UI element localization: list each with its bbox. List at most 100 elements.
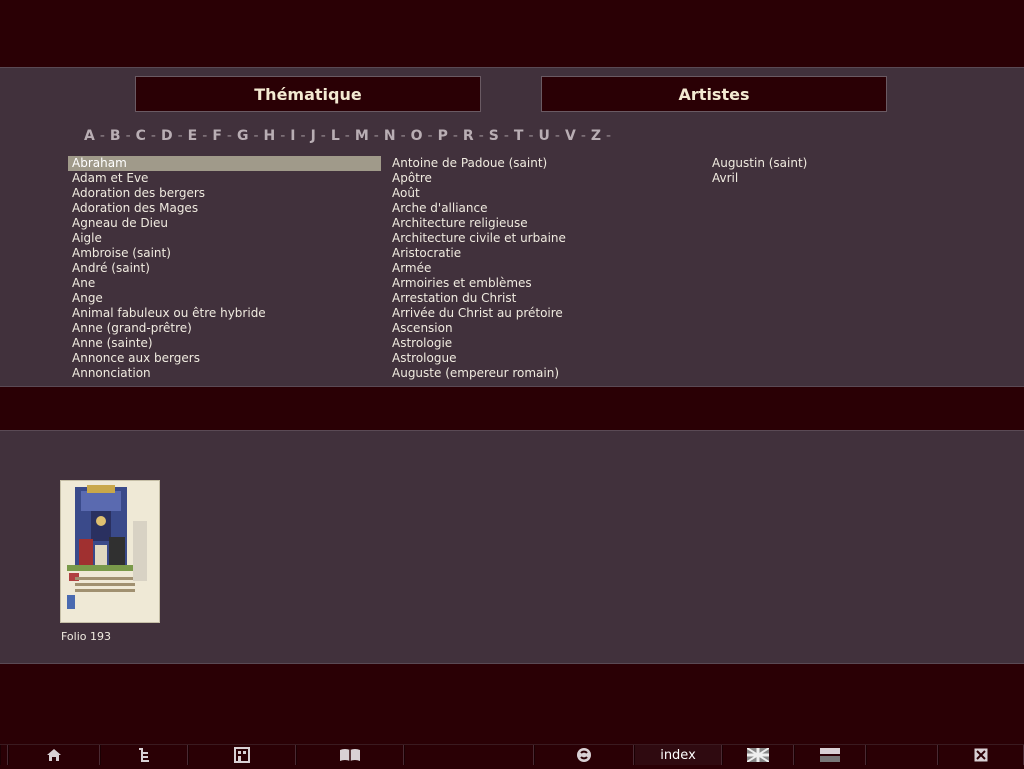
alpha-letter-f[interactable]: F (212, 128, 222, 146)
toolbar-spacer-2 (866, 745, 938, 765)
manuscript-miniature-image (61, 481, 159, 622)
alpha-separator: - (528, 128, 534, 144)
home-icon (47, 749, 61, 761)
folio-thumbnail[interactable] (60, 480, 160, 623)
index-item[interactable]: Aigle (68, 231, 381, 246)
toolbar-left-edge (0, 745, 8, 765)
index-item[interactable]: Anne (grand-prêtre) (68, 321, 381, 336)
alpha-letter-b[interactable]: B (110, 128, 121, 146)
alpha-separator: - (427, 128, 433, 144)
alpha-letter-s[interactable]: S (489, 128, 499, 146)
index-item[interactable]: Agneau de Dieu (68, 216, 381, 231)
index-item[interactable]: Arrivée du Christ au prétoire (388, 306, 688, 321)
index-item[interactable]: Architecture civile et urbaine (388, 231, 688, 246)
alpha-letter-h[interactable]: H (264, 128, 276, 146)
alpha-separator: - (503, 128, 509, 144)
home-button[interactable] (8, 745, 100, 765)
book-button[interactable] (296, 745, 404, 765)
close-icon (974, 748, 988, 762)
index-item[interactable]: Août (388, 186, 688, 201)
alpha-letter-g[interactable]: G (237, 128, 249, 146)
building-icon (234, 747, 250, 763)
index-item[interactable]: Avril (708, 171, 908, 186)
stripes-icon (820, 748, 840, 762)
index-item[interactable]: Armée (388, 261, 688, 276)
alpha-separator: - (344, 128, 350, 144)
alpha-letter-o[interactable]: O (411, 128, 423, 146)
index-item[interactable]: Adam et Eve (68, 171, 381, 186)
index-item[interactable]: Astrologue (388, 351, 688, 366)
alpha-letter-r[interactable]: R (463, 128, 474, 146)
index-item[interactable]: Abraham (68, 156, 381, 171)
alpha-separator: - (150, 128, 156, 144)
alpha-separator: - (125, 128, 131, 144)
index-item[interactable]: Augustin (saint) (708, 156, 908, 171)
tab-thematique[interactable]: Thématique (135, 76, 481, 112)
index-item[interactable]: Architecture religieuse (388, 216, 688, 231)
index-item[interactable]: André (saint) (68, 261, 381, 276)
index-item[interactable]: Armoiries et emblèmes (388, 276, 688, 291)
alpha-letter-a[interactable]: A (84, 128, 95, 146)
index-item[interactable]: Auguste (empereur romain) (388, 366, 688, 381)
index-button[interactable]: index (634, 745, 722, 765)
index-item[interactable]: Ascension (388, 321, 688, 336)
alpha-separator: - (452, 128, 458, 144)
alpha-separator: - (554, 128, 560, 144)
index-column-1: Abraham Adam et Eve Adoration des bergers A… (68, 156, 381, 381)
close-button[interactable] (938, 745, 1024, 765)
index-item[interactable]: Astrologie (388, 336, 688, 351)
index-item[interactable]: Arche d'alliance (388, 201, 688, 216)
index-item[interactable]: Ane (68, 276, 381, 291)
index-item[interactable]: Annonciation (68, 366, 381, 381)
alphabet-bar: A-B-C-D-E-F-G-H-I-J-L-M-N-O-P-R-S-T-U-V-… (84, 128, 616, 146)
alpha-letter-m[interactable]: M (355, 128, 369, 146)
alpha-letter-c[interactable]: C (136, 128, 146, 146)
alpha-letter-d[interactable]: D (161, 128, 173, 146)
index-item[interactable]: Animal fabuleux ou être hybride (68, 306, 381, 321)
alpha-letter-l[interactable]: L (331, 128, 340, 146)
index-item[interactable]: Ange (68, 291, 381, 306)
alpha-separator: - (226, 128, 232, 144)
alpha-letter-u[interactable]: U (539, 128, 550, 146)
index-item[interactable]: Annonce aux bergers (68, 351, 381, 366)
building-button[interactable] (188, 745, 296, 765)
alpha-separator: - (300, 128, 306, 144)
index-item[interactable]: Adoration des bergers (68, 186, 381, 201)
alpha-separator: - (280, 128, 286, 144)
index-item[interactable]: Anne (sainte) (68, 336, 381, 351)
refresh-button[interactable] (534, 745, 634, 765)
index-column-2: Antoine de Padoue (saint) Apôtre Août Arche… (388, 156, 688, 381)
alpha-letter-p[interactable]: P (438, 128, 448, 146)
book-icon (340, 749, 360, 761)
alpha-separator: - (177, 128, 183, 144)
thumbnail-label: Folio 193 (61, 630, 111, 643)
alpha-letter-t[interactable]: T (514, 128, 524, 146)
index-item[interactable]: Apôtre (388, 171, 688, 186)
bottom-toolbar: index (0, 744, 1024, 769)
alpha-separator: - (253, 128, 259, 144)
alpha-separator: - (606, 128, 612, 144)
alpha-separator: - (99, 128, 105, 144)
alpha-letter-n[interactable]: N (384, 128, 396, 146)
index-panel: Thématique Artistes A-B-C-D-E-F-G-H-I-J-… (0, 67, 1024, 387)
index-item[interactable]: Ambroise (saint) (68, 246, 381, 261)
index-item[interactable]: Arrestation du Christ (388, 291, 688, 306)
alpha-separator: - (202, 128, 208, 144)
union-jack-icon (747, 748, 769, 762)
alpha-separator: - (400, 128, 406, 144)
alpha-letter-z[interactable]: Z (591, 128, 601, 146)
tab-artistes[interactable]: Artistes (541, 76, 887, 112)
alpha-separator: - (373, 128, 379, 144)
tree-button[interactable] (100, 745, 188, 765)
alpha-letter-e[interactable]: E (188, 128, 198, 146)
index-item[interactable]: Aristocratie (388, 246, 688, 261)
toolbar-spacer (404, 745, 534, 765)
alpha-letter-v[interactable]: V (565, 128, 576, 146)
index-column-3: Augustin (saint) Avril (708, 156, 908, 186)
results-panel: Folio 193 (0, 430, 1024, 664)
tree-icon (139, 748, 149, 762)
language-button[interactable] (722, 745, 794, 765)
index-item[interactable]: Antoine de Padoue (saint) (388, 156, 688, 171)
stripes-button[interactable] (794, 745, 866, 765)
index-item[interactable]: Adoration des Mages (68, 201, 381, 216)
